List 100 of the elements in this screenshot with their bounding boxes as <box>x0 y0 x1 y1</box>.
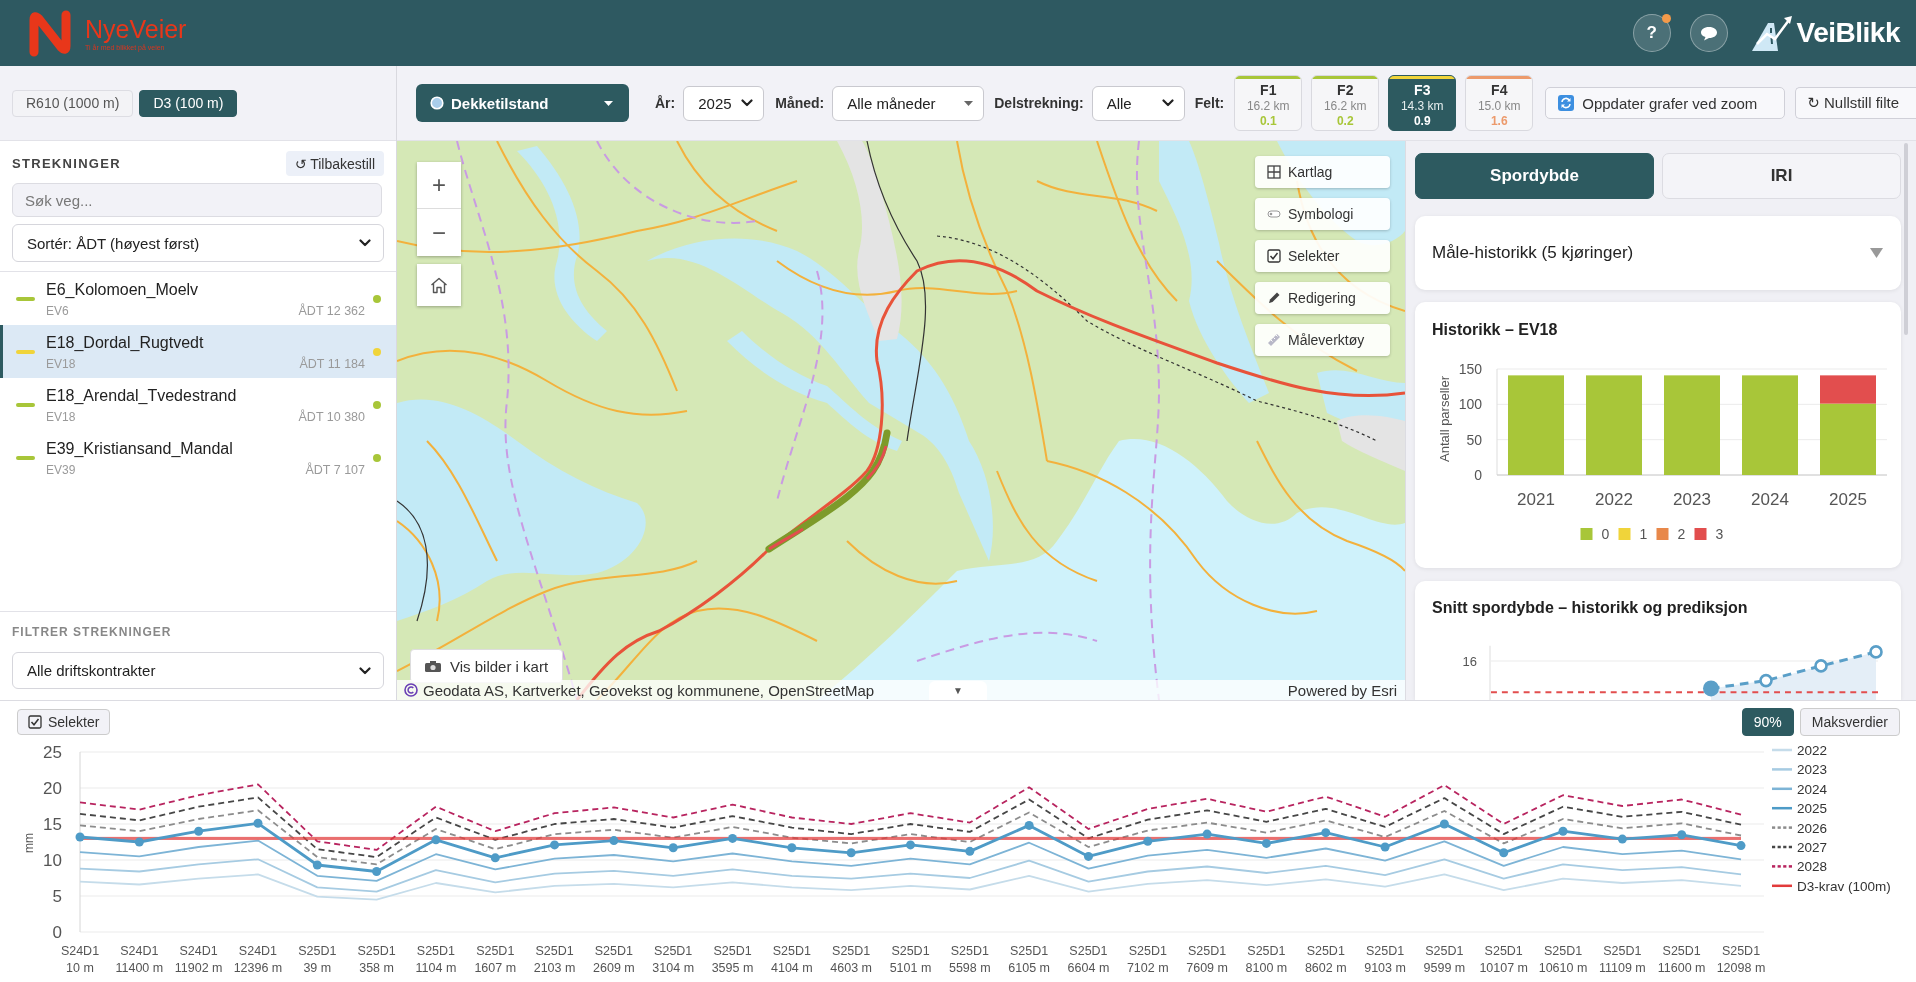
axis-tick-label: 20 <box>43 779 62 798</box>
lane-button[interactable]: F4 15.0 km 1.6 <box>1465 75 1534 131</box>
axis-tick-label: S25D1 4104 m <box>771 944 813 975</box>
axis-tick-label: S25D1 9103 m <box>1364 944 1406 975</box>
zoom-in-button[interactable]: + <box>417 162 461 209</box>
brand-logo-icon <box>27 9 73 57</box>
point <box>1083 851 1093 861</box>
brand-name: NyeVeier <box>85 14 187 43</box>
lane-button[interactable]: F3 14.3 km 0.9 <box>1388 75 1457 131</box>
help-button[interactable]: ? <box>1632 14 1671 52</box>
road-code: EV18 <box>46 355 76 372</box>
axis-tick-label: S25D1 8100 m <box>1245 944 1288 975</box>
zoom-out-button[interactable]: − <box>417 209 461 256</box>
point <box>312 860 322 870</box>
point <box>490 853 500 863</box>
traffic-count: ÅDT 11 184 <box>299 355 365 372</box>
road-list-item[interactable]: E18_Dordal_Rugtvedt EV18 ÅDT 11 184 <box>0 325 396 378</box>
attribution-text: Geodata AS, Kartverket, Geovekst og kommunene, OpenStreetMap <box>423 681 875 699</box>
map-tool-button[interactable]: Måleverktøy <box>1255 324 1390 356</box>
traffic-count: ÅDT 10 380 <box>298 408 365 425</box>
chat-button[interactable] <box>1689 14 1728 52</box>
zoom-update-button[interactable]: Oppdater grafer ved zoom <box>1545 87 1786 119</box>
chat-bubble-icon <box>1699 25 1718 41</box>
resolution-toggle[interactable]: R610 (1000 m) <box>12 89 134 117</box>
point <box>372 867 382 877</box>
map-tool-button[interactable]: Redigering <box>1255 282 1390 314</box>
point <box>1380 842 1390 852</box>
copyright-icon <box>404 683 418 697</box>
contract-select[interactable]: Alle driftskontrakter <box>12 652 384 689</box>
app-name: VeiBlikk <box>1796 17 1900 49</box>
point <box>1143 836 1153 846</box>
data-point <box>1703 680 1719 697</box>
point <box>1677 830 1687 840</box>
lane-button[interactable]: F2 16.2 km 0.2 <box>1311 75 1380 131</box>
legend-label: 2024 <box>1797 781 1828 797</box>
axis-tick-label: 0 <box>1474 467 1482 483</box>
show-photos-button[interactable]: Vis bilder i kart <box>410 649 564 683</box>
road-name: E39_Kristiansand_Mandal <box>46 438 233 459</box>
select-tool-button[interactable]: Selekter <box>17 708 111 735</box>
search-field[interactable]: Søk veg... <box>12 183 382 217</box>
reset-button[interactable]: ↺ Tilbakestill <box>285 151 384 176</box>
point <box>609 836 619 846</box>
section-title: STREKNINGER <box>12 156 121 171</box>
point <box>1558 826 1568 836</box>
panel-tab[interactable]: IRI <box>1662 153 1901 199</box>
axis-tick-label: S24D1 12396 m <box>233 944 283 975</box>
map-tool-button[interactable]: Kartlag <box>1255 156 1390 188</box>
axis-tick-label: S24D1 11400 m <box>115 944 164 975</box>
mode-toggle[interactable]: Maksverdier <box>1799 707 1900 736</box>
layer-dropdown-button[interactable]: Dekketilstand <box>416 84 629 122</box>
lane-button[interactable]: F1 16.2 km 0.1 <box>1234 75 1303 131</box>
filter-select[interactable]: Alle <box>1091 85 1185 121</box>
scrollbar-thumb[interactable] <box>1904 143 1908 335</box>
axis-tick-label: S25D1 11109 m <box>1598 944 1646 975</box>
pencil-icon <box>1267 291 1281 305</box>
legend-label: 2025 <box>1797 801 1828 817</box>
history-dropdown[interactable]: Måle-historikk (5 kjøringer) <box>1415 216 1901 290</box>
axis-tick-label: 15 <box>43 815 62 834</box>
point <box>1617 834 1627 844</box>
road-chart-logo-icon <box>1750 14 1795 52</box>
axis-tick-label: 50 <box>1466 431 1482 448</box>
checkbox-icon <box>1267 249 1281 263</box>
map-tool-button[interactable]: Selekter <box>1255 240 1390 272</box>
resolution-toggle[interactable]: D3 (100 m) <box>139 89 238 117</box>
point <box>75 832 85 842</box>
chevron-down-icon <box>741 99 754 107</box>
powered-by-text: Powered by Esri <box>1287 681 1397 699</box>
home-icon <box>430 276 448 294</box>
refresh-icon <box>1558 95 1575 111</box>
axis-tick-label: S25D1 1104 m <box>415 944 457 975</box>
panel-tab[interactable]: Spordybde <box>1415 153 1654 199</box>
card-title: Historikk – EV18 <box>1431 320 1559 340</box>
mode-toggle[interactable]: 90% <box>1741 707 1794 736</box>
filter-select[interactable]: Alle måneder <box>832 85 985 121</box>
data-point <box>1814 659 1828 673</box>
axis-tick-label: S25D1 1607 m <box>474 944 517 975</box>
map-tool-button[interactable]: Symbologi <box>1255 198 1390 230</box>
point <box>787 843 797 853</box>
axis-tick-label: S25D1 4603 m <box>830 944 873 975</box>
axis-tick-label: 2023 <box>1673 490 1711 509</box>
legend-label: 2026 <box>1797 820 1828 836</box>
chevron-down-icon <box>359 239 371 247</box>
point <box>1024 820 1034 830</box>
point <box>134 837 144 847</box>
attribution-toggle[interactable]: ▼ <box>929 681 987 700</box>
axis-tick-label: S25D1 39 m <box>298 944 337 975</box>
filter-select[interactable]: 2025 <box>683 85 765 121</box>
legend-label: 0 <box>1601 526 1610 542</box>
road-name: E18_Arendal_Tvedestrand <box>46 385 237 406</box>
sort-select[interactable]: Sortér: ÅDT (høyest først) <box>12 224 384 262</box>
axis-tick-label: 2021 <box>1517 490 1555 509</box>
reset-filters-button[interactable]: ↻ Nullstill filte <box>1795 87 1916 119</box>
axis-tick-label: S25D1 5598 m <box>948 944 991 975</box>
axis-tick-label: S25D1 12098 m <box>1716 944 1766 975</box>
point <box>550 840 560 850</box>
road-name: E6_Kolomoen_Moelv <box>46 279 199 300</box>
axis-tick-label: 25 <box>43 743 62 762</box>
home-button[interactable] <box>417 264 461 306</box>
axis-tick-label: S25D1 11600 m <box>1657 944 1706 975</box>
point <box>1499 848 1509 858</box>
